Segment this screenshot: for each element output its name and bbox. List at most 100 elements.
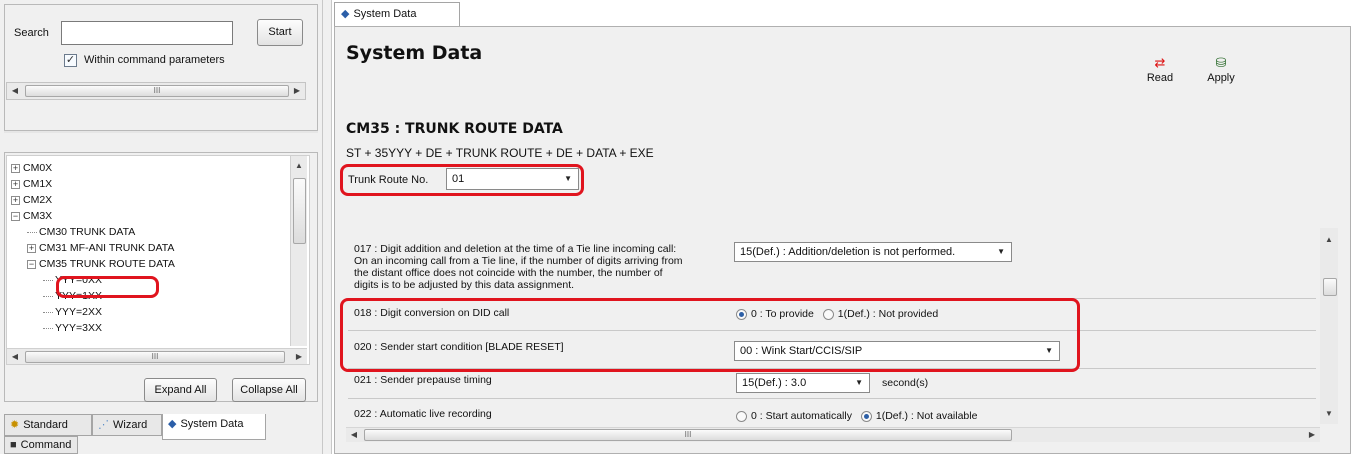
tree-item-cm35[interactable]: − CM35 TRUNK ROUTE DATA [27, 256, 175, 272]
param-018-label: 018 : Digit conversion on DID call [354, 307, 510, 319]
grid-vertical-scrollbar[interactable]: ▲ ▼ [1320, 228, 1338, 424]
gear-icon: ✹ [10, 418, 20, 431]
scroll-down-icon[interactable]: ▼ [1321, 406, 1337, 422]
command-syntax: ST + 35YYY + DE + TRUNK ROUTE + DE + DAT… [346, 146, 654, 160]
row-separator [348, 368, 1316, 369]
chevron-down-icon: ▼ [564, 174, 572, 183]
scroll-up-icon[interactable]: ▲ [1321, 232, 1337, 248]
tab-standard[interactable]: ✹ Standard [4, 414, 92, 436]
param-022-label: 022 : Automatic live recording [354, 408, 492, 420]
collapse-all-button[interactable]: Collapse All [232, 378, 306, 402]
param-020-value: 00 : Wink Start/CCIS/SIP [740, 345, 863, 357]
tree-item-label: CM0X [23, 162, 53, 174]
tree-vertical-scrollbar[interactable]: ▲ [290, 156, 307, 346]
scroll-thumb[interactable] [1323, 278, 1337, 296]
search-label: Search [14, 27, 49, 39]
tree-item-cm30[interactable]: CM30 TRUNK DATA [27, 224, 135, 240]
scroll-right-icon[interactable]: ▶ [291, 349, 307, 365]
tab-label: System Data [180, 418, 244, 430]
page-title: System Data [346, 42, 483, 64]
tree-connector [43, 327, 53, 329]
tree-item-label: YYY=1XX [55, 290, 102, 302]
radio-018-opt1[interactable] [736, 308, 747, 320]
row-separator [348, 298, 1316, 299]
search-horizontal-scrollbar[interactable]: ◀ III ▶ [6, 82, 306, 100]
chevron-down-icon: ▼ [1045, 346, 1053, 355]
cube-icon: ◆ [341, 7, 350, 20]
start-button[interactable]: Start [257, 19, 303, 46]
param-017-select[interactable]: 15(Def.) : Addition/deletion is not perf… [734, 242, 1012, 262]
param-021-value: 15(Def.) : 3.0 [742, 377, 807, 389]
scroll-right-icon[interactable]: ▶ [289, 83, 305, 99]
radio-022-opt2[interactable] [860, 410, 872, 422]
tab-label: Command [20, 439, 72, 451]
grid-horizontal-scrollbar[interactable]: ◀ III ▶ [346, 427, 1320, 442]
tree-connector [43, 311, 53, 313]
scroll-thumb[interactable] [293, 178, 306, 244]
section-title: CM35 : TRUNK ROUTE DATA [346, 121, 563, 137]
scroll-left-icon[interactable]: ◀ [346, 427, 362, 443]
param-020-label: 020 : Sender start condition [BLADE RESE… [354, 341, 564, 353]
collapse-icon[interactable]: − [11, 211, 20, 221]
panel-divider[interactable] [322, 0, 332, 454]
expand-icon[interactable]: + [11, 195, 20, 205]
expand-icon[interactable]: + [27, 243, 36, 253]
radio-022-opt1[interactable] [736, 410, 747, 422]
tree-item-label: CM31 MF-ANI TRUNK DATA [39, 242, 175, 254]
param-022-options: 0 : Start automatically 1(Def.) : Not av… [736, 409, 977, 423]
tree-item-label: YYY=3XX [55, 322, 102, 334]
tree-item-cm0x[interactable]: + CM0X [11, 160, 52, 176]
apply-label: Apply [1207, 72, 1235, 84]
trunk-route-value: 01 [452, 173, 465, 185]
scroll-up-icon[interactable]: ▲ [291, 158, 307, 174]
trunk-route-select[interactable]: 01 ▼ [446, 168, 579, 190]
scroll-right-icon[interactable]: ▶ [1304, 427, 1320, 443]
expand-all-button[interactable]: Expand All [144, 378, 217, 402]
scroll-left-icon[interactable]: ◀ [7, 83, 23, 99]
tab-label: Wizard [113, 419, 148, 431]
param-020-select[interactable]: 00 : Wink Start/CCIS/SIP ▼ [734, 341, 1060, 361]
trunk-route-label: Trunk Route No. [348, 174, 429, 186]
tab-system-data-main[interactable]: ◆ System Data [334, 2, 460, 26]
search-input[interactable] [61, 21, 233, 45]
radio-label: 1(Def.) : Not available [875, 410, 978, 422]
scroll-thumb[interactable]: III [25, 351, 285, 363]
param-017-value: 15(Def.) : Addition/deletion is not perf… [740, 246, 956, 258]
tree-item-cm31[interactable]: + CM31 MF-ANI TRUNK DATA [27, 240, 174, 256]
tab-wizard[interactable]: ⋰ Wizard [92, 414, 162, 436]
scroll-thumb[interactable]: III [364, 429, 1012, 441]
splitter[interactable] [4, 130, 318, 133]
tree-horizontal-scrollbar[interactable]: ◀ III ▶ [7, 348, 307, 364]
scroll-thumb[interactable]: III [25, 85, 289, 97]
collapse-icon[interactable]: − [27, 259, 36, 269]
expand-icon[interactable]: + [11, 179, 20, 189]
read-label: Read [1146, 72, 1174, 84]
within-parameters-label: Within command parameters [84, 54, 225, 66]
row-separator [348, 330, 1316, 331]
tab-system-data[interactable]: ◆ System Data [162, 414, 266, 440]
tree-item-label: CM35 TRUNK ROUTE DATA [39, 258, 175, 270]
tree-item-yyy-3xx[interactable]: YYY=3XX [43, 320, 102, 336]
read-button[interactable]: ⇄ Read [1140, 56, 1180, 85]
scroll-left-icon[interactable]: ◀ [7, 349, 23, 365]
tree-item-cm2x[interactable]: + CM2X [11, 192, 52, 208]
radio-label: 0 : Start automatically [751, 410, 852, 422]
tree-item-yyy-2xx[interactable]: YYY=2XX [43, 304, 102, 320]
radio-label: 1(Def.) : Not provided [837, 308, 939, 320]
tab-label: Standard [23, 419, 68, 431]
tree-item-label: YYY=2XX [55, 306, 102, 318]
param-021-select[interactable]: 15(Def.) : 3.0 ▼ [736, 373, 870, 393]
tree-item-label: YYY=0XX [55, 274, 102, 286]
tree-item-yyy-1xx[interactable]: YYY=1XX [43, 288, 102, 304]
radio-018-opt2[interactable] [822, 308, 834, 320]
tree-item-cm1x[interactable]: + CM1X [11, 176, 52, 192]
apply-button[interactable]: ⛁ Apply [1198, 56, 1244, 85]
command-tree: + CM0X + CM1X + CM2X − CM3X CM30 TRUNK DATA … [6, 155, 310, 365]
tab-command[interactable]: ■ Command [4, 436, 78, 454]
tree-item-cm3x[interactable]: − CM3X [11, 208, 52, 224]
tree-item-yyy-0xx[interactable]: YYY=0XX [43, 272, 102, 288]
expand-icon[interactable]: + [11, 163, 20, 173]
tree-connector [43, 279, 53, 281]
tree-item-label: CM1X [23, 178, 53, 190]
within-parameters-checkbox[interactable]: ✓ [64, 54, 77, 67]
